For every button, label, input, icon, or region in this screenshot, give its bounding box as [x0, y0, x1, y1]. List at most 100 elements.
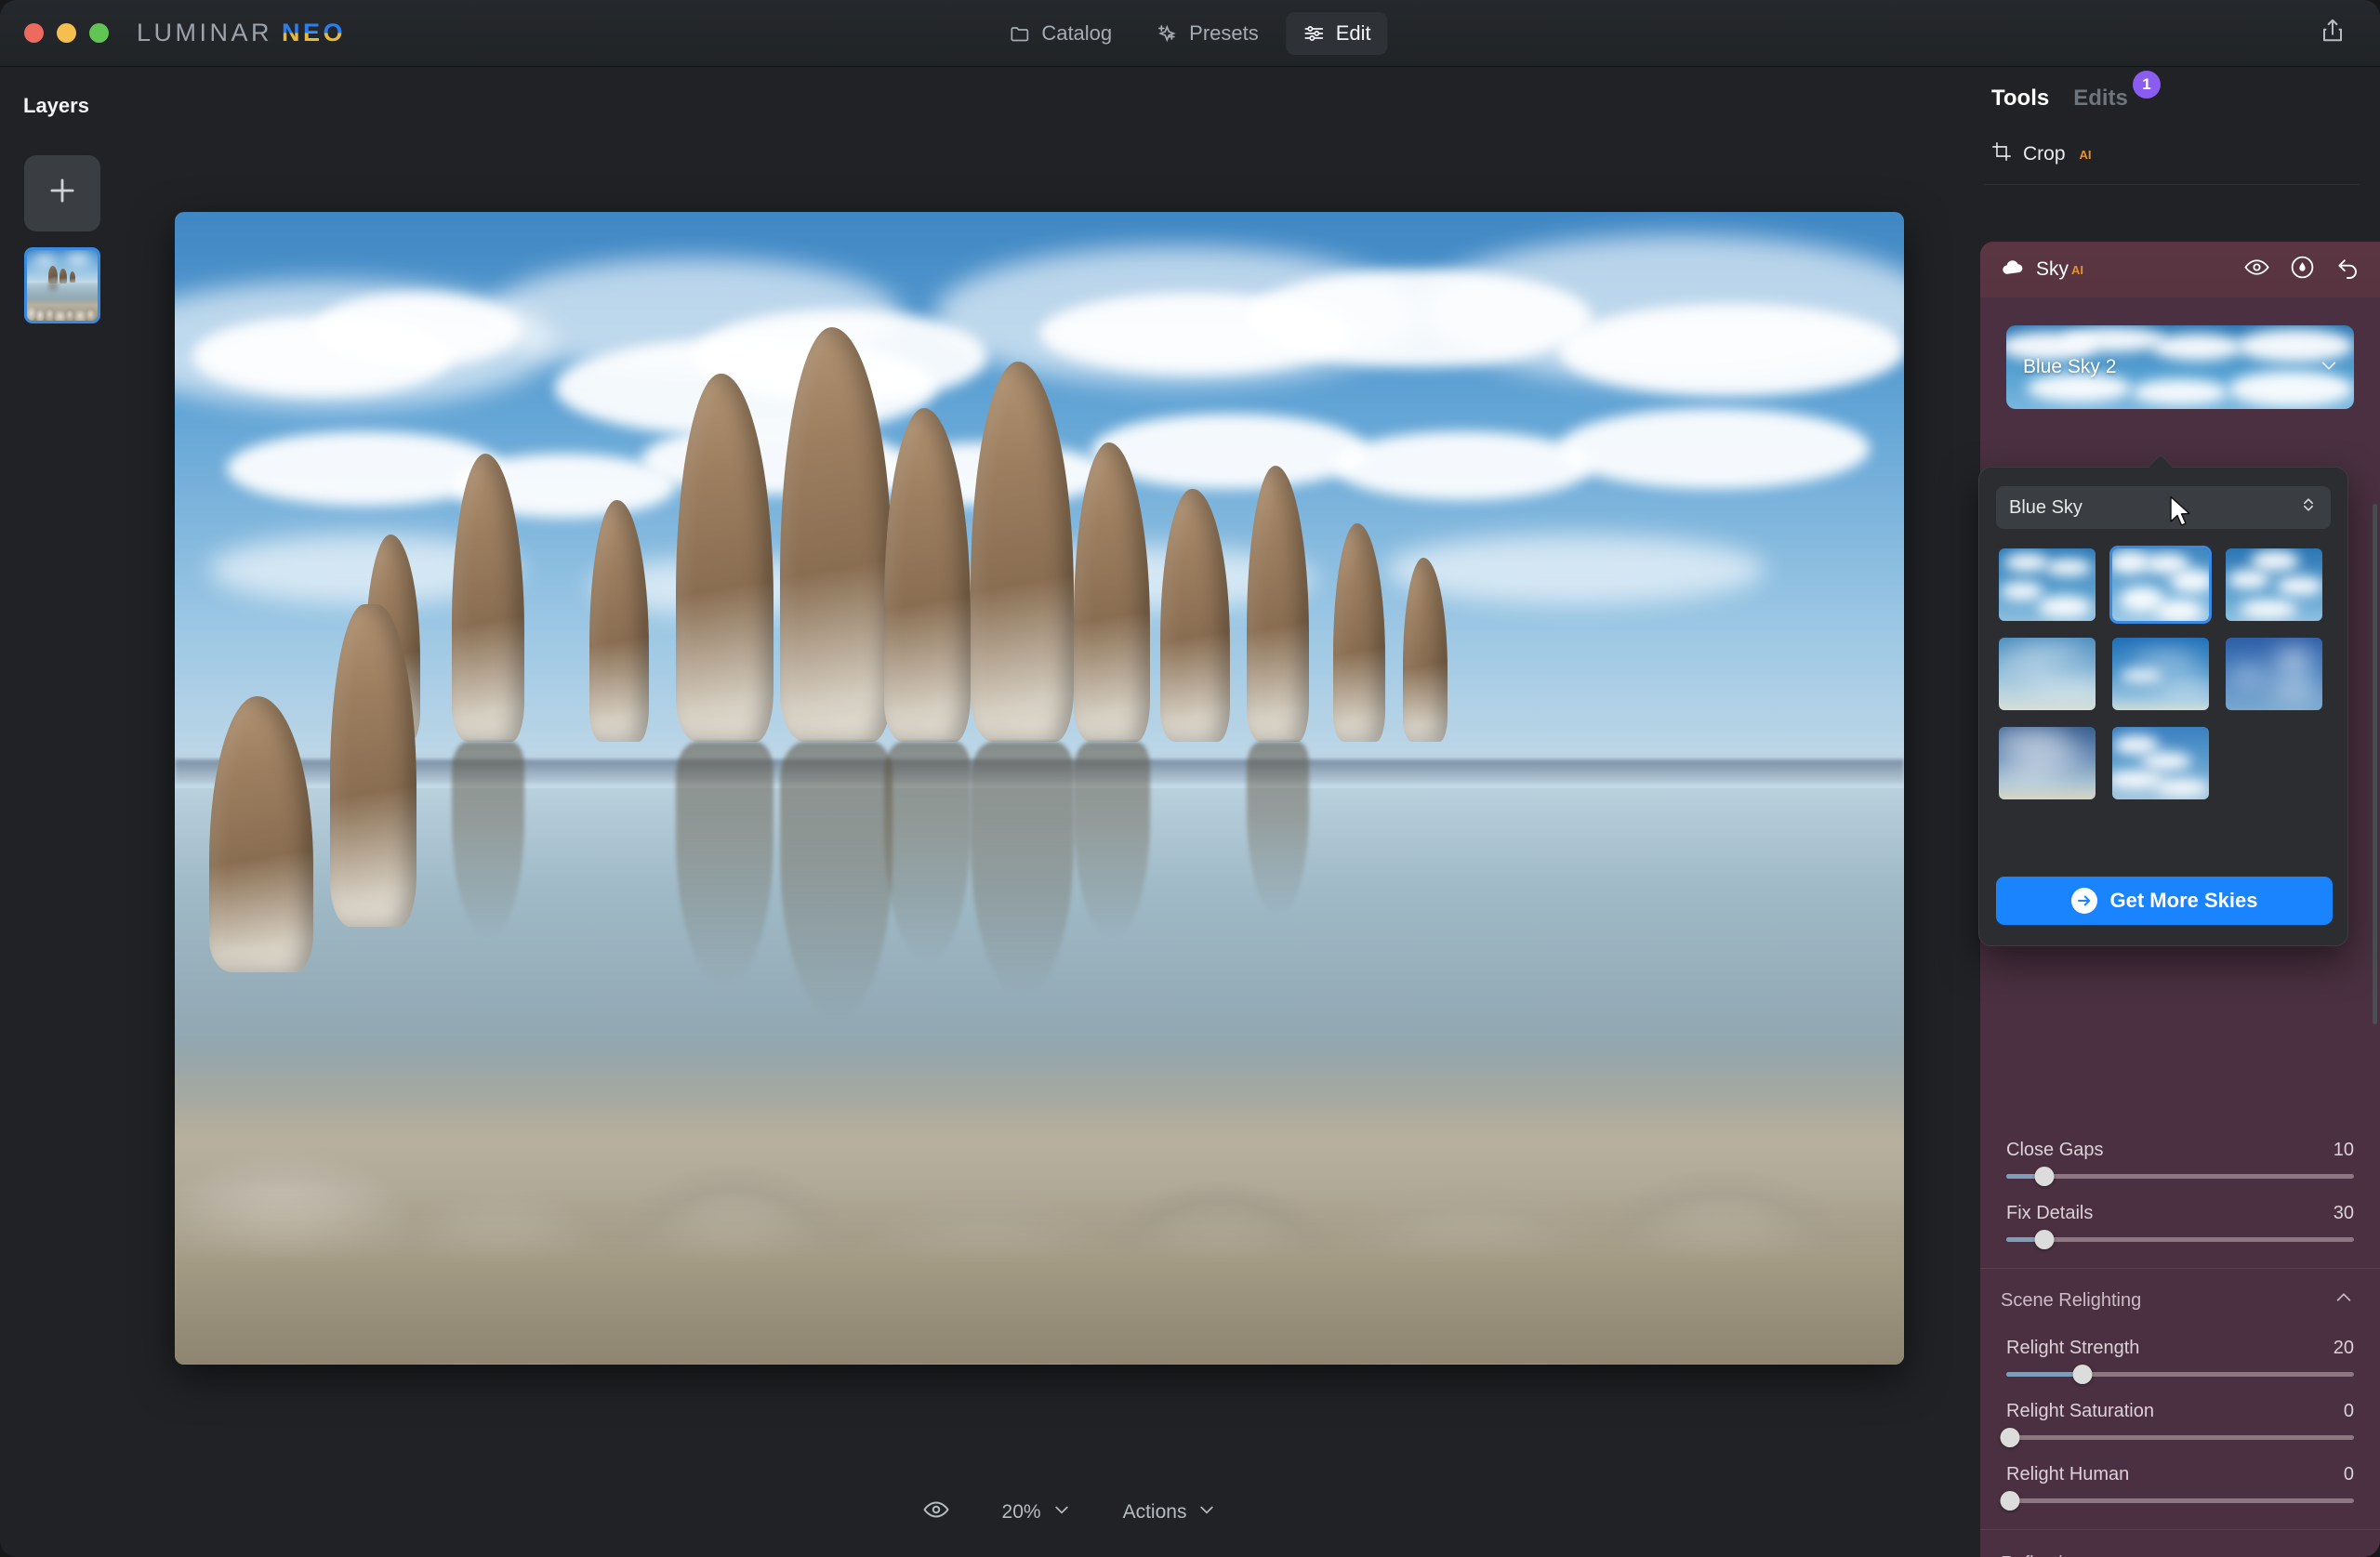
slider-track[interactable]: [2006, 1372, 2354, 1377]
slider-label: Fix Details: [2006, 1203, 2093, 1224]
nav-tab-edit-label: Edit: [1336, 21, 1371, 46]
slider-track[interactable]: [2006, 1237, 2354, 1242]
sky-thumbnail-1[interactable]: [1996, 546, 2098, 624]
image-canvas[interactable]: [175, 212, 1904, 1365]
section-label: Reflection: [2001, 1553, 2083, 1557]
sky-thumbnail-2[interactable]: [2109, 546, 2212, 624]
slider-track[interactable]: [2006, 1435, 2354, 1440]
sidebar-scrollbar[interactable]: [2373, 504, 2377, 1024]
edits-count-badge: 1: [2133, 71, 2161, 99]
zoom-level-label: 20%: [1002, 1501, 1041, 1524]
canvas-bottom-toolbar: 20% Actions: [175, 1468, 1964, 1557]
sky-thumbnail-4[interactable]: [1996, 635, 2098, 713]
get-more-skies-button[interactable]: Get More Skies: [1996, 877, 2333, 925]
chevron-down-icon: [1197, 1500, 1216, 1524]
maximize-window-button[interactable]: [89, 23, 109, 43]
share-icon: [2319, 17, 2347, 49]
layers-sidebar: Layers: [0, 67, 175, 1557]
tool-item-crop-label: Crop: [2023, 143, 2066, 165]
app-logo: LUMINAR NEO: [137, 19, 346, 47]
mask-brush-icon[interactable]: [2289, 254, 2316, 285]
selected-sky-preview[interactable]: Blue Sky 2: [2006, 325, 2354, 409]
nav-tab-presets-label: Presets: [1189, 21, 1259, 46]
slider-track[interactable]: [2006, 1174, 2354, 1179]
sky-panel-title: Sky: [2036, 258, 2069, 281]
slider-fix-details[interactable]: Fix Details 30: [2006, 1179, 2354, 1242]
minimize-window-button[interactable]: [57, 23, 76, 43]
slider-track[interactable]: [2006, 1498, 2354, 1503]
slider-value: 10: [2334, 1140, 2354, 1161]
actions-dropdown[interactable]: Actions: [1123, 1500, 1217, 1524]
slider-label: Relight Human: [2006, 1464, 2129, 1485]
edited-photo: [175, 212, 1904, 1365]
sidebar-tabs: Tools Edits 1: [1991, 86, 2380, 112]
logo-secondary-text: NEO: [282, 19, 346, 47]
ai-badge: AI: [2080, 148, 2092, 162]
eye-icon: [922, 1496, 950, 1529]
slider-label: Close Gaps: [2006, 1140, 2104, 1161]
slider-value: 0: [2344, 1464, 2354, 1485]
sidebar-divider: [1984, 184, 2360, 185]
sky-thumbnail-5[interactable]: [2109, 635, 2212, 713]
eye-icon[interactable]: [2243, 254, 2270, 285]
chevron-down-icon: [2319, 355, 2339, 380]
layer-item-thumbnail[interactable]: [24, 247, 100, 323]
sky-thumbnail-7[interactable]: [1996, 724, 2098, 802]
crop-icon: [1991, 141, 2012, 167]
slider-relight-strength[interactable]: Relight Strength 20: [2006, 1313, 2354, 1377]
slider-relight-saturation[interactable]: Relight Saturation 0: [2006, 1377, 2354, 1440]
sky-thumbnail-8[interactable]: [2109, 724, 2212, 802]
luminar-neo-window: LUMINAR NEO Catalog Presets: [0, 0, 2380, 1557]
layers-panel-title: Layers: [23, 94, 175, 118]
section-header-reflection[interactable]: Reflection: [1980, 1530, 2380, 1557]
sky-thumbnail-6[interactable]: [2223, 635, 2325, 713]
sky-thumbnail-3[interactable]: [2223, 546, 2325, 624]
sparkle-icon: [1157, 22, 1179, 45]
close-window-button[interactable]: [24, 23, 44, 43]
reset-icon[interactable]: [2334, 254, 2361, 285]
plus-icon: [45, 173, 80, 215]
window-controls[interactable]: [24, 23, 109, 43]
tools-sidebar: Tools Edits 1 Crop AI Sky: [1964, 67, 2380, 1557]
slider-value: 0: [2344, 1401, 2354, 1422]
chevron-down-icon: [2334, 1550, 2354, 1557]
get-more-skies-label: Get More Skies: [2110, 889, 2258, 913]
ai-badge: AI: [2071, 263, 2083, 277]
photo-foreground-rocks-lower: [175, 1192, 1904, 1365]
section-header-scene-relighting[interactable]: Scene Relighting: [1980, 1269, 2380, 1313]
slider-value: 30: [2334, 1203, 2354, 1224]
nav-tab-catalog-label: Catalog: [1041, 21, 1112, 46]
share-button[interactable]: [2313, 14, 2352, 53]
sky-panel-header[interactable]: Sky AI: [1980, 242, 2380, 297]
tool-item-crop[interactable]: Crop AI: [1991, 141, 2380, 167]
preview-toggle-button[interactable]: [922, 1496, 950, 1529]
canvas-stage: 20% Actions: [175, 67, 1964, 1557]
sky-category-select[interactable]: Blue Sky: [1996, 486, 2331, 529]
main-navigation: Catalog Presets: [992, 12, 1387, 55]
sky-category-label: Blue Sky: [2009, 497, 2082, 519]
chevron-up-icon: [2334, 1287, 2354, 1313]
nav-tab-edit[interactable]: Edit: [1287, 12, 1388, 55]
slider-label: Relight Saturation: [2006, 1401, 2154, 1422]
sky-picker-popup: Blue Sky: [1978, 467, 2348, 946]
title-bar: LUMINAR NEO Catalog Presets: [0, 0, 2380, 67]
popup-arrow: [2147, 454, 2175, 468]
cloud-icon: [2001, 255, 2026, 284]
add-layer-button[interactable]: [24, 155, 100, 231]
folder-icon: [1009, 22, 1031, 45]
section-label: Scene Relighting: [2001, 1290, 2141, 1312]
nav-tab-presets[interactable]: Presets: [1140, 12, 1276, 55]
actions-label: Actions: [1123, 1501, 1187, 1524]
logo-primary-text: LUMINAR: [137, 19, 272, 47]
slider-value: 20: [2334, 1338, 2354, 1359]
slider-relight-human[interactable]: Relight Human 0: [2006, 1440, 2354, 1503]
stepper-icon: [2299, 495, 2318, 521]
slider-close-gaps[interactable]: Close Gaps 10: [2006, 1115, 2354, 1179]
zoom-level-dropdown[interactable]: 20%: [1002, 1500, 1071, 1524]
sky-thumbnail-grid: [1996, 546, 2347, 802]
nav-tab-catalog[interactable]: Catalog: [992, 12, 1129, 55]
tab-edits[interactable]: Edits: [2073, 86, 2128, 112]
layer-preview-image: [27, 250, 98, 321]
sliders-icon: [1303, 22, 1326, 45]
tab-tools[interactable]: Tools: [1991, 86, 2049, 112]
